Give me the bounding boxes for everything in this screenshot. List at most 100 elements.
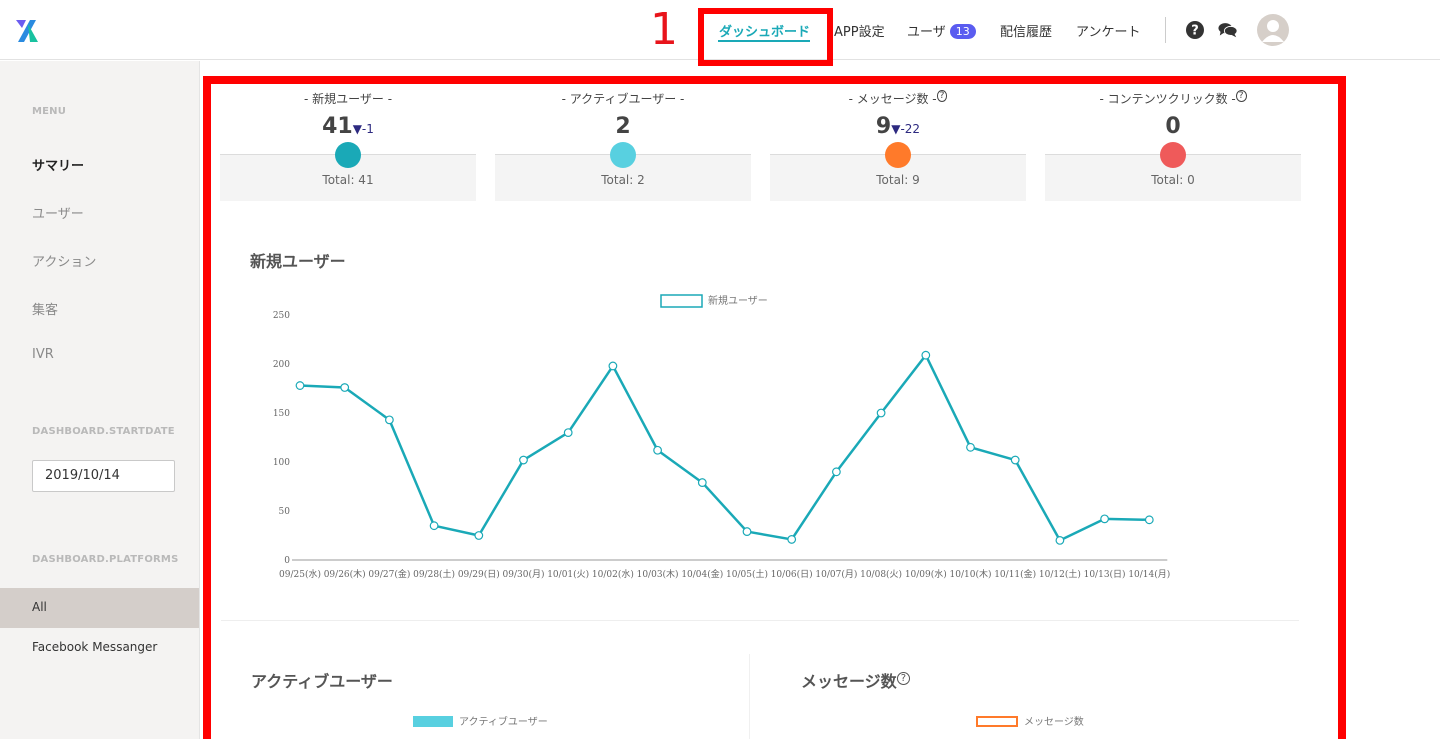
x-tick-label: 09/30(月) [503, 569, 545, 580]
new-users-chart-title: 新規ユーザー [250, 252, 346, 271]
data-point [295, 381, 305, 390]
data-point [340, 383, 350, 392]
stat-card-content-clicks: - コンテンツクリック数 -? 0 Total: 0 [1045, 84, 1301, 201]
data-point [608, 361, 618, 371]
y-tick-label: 150 [273, 409, 290, 419]
chat-bubbles-icon[interactable] [1218, 20, 1238, 40]
active-users-legend: アクティブユーザー [413, 713, 548, 728]
legend-swatch [976, 716, 1018, 727]
column-divider [749, 654, 750, 739]
nav-users[interactable]: ユーザ 13 [907, 21, 976, 40]
stat-color-dot [610, 142, 636, 168]
y-tick-label: 200 [273, 360, 290, 370]
messages-chart-title: メッセージ数? [801, 668, 910, 692]
header-divider [1165, 17, 1166, 43]
x-tick-label: 09/29(日) [458, 569, 500, 580]
x-tick-label: 10/08(火) [860, 569, 902, 580]
help-icon[interactable]: ? [936, 90, 948, 102]
stat-color-dot [885, 142, 911, 168]
dashboard-content: - 新規ユーザー - 41▼-1 Total: 41 - アクティブユーザー -… [211, 84, 1338, 739]
data-point [653, 445, 663, 455]
help-icon[interactable]: ? [896, 671, 910, 685]
platform-all[interactable]: All [0, 588, 199, 628]
stat-value: 9 [875, 114, 892, 139]
x-tick-label: 09/26(木) [324, 568, 366, 580]
stat-value: 0 [1165, 114, 1181, 139]
users-count-badge: 13 [949, 24, 976, 39]
nav-app-settings[interactable]: APP設定 [834, 21, 885, 40]
x-tick-label: 10/14(月) [1128, 569, 1170, 580]
x-tick-label: 10/04(金) [681, 568, 723, 580]
x-tick-label: 10/11(金) [994, 568, 1036, 580]
data-point [519, 455, 528, 465]
sidebar-item-acquisition[interactable]: 集客 [32, 299, 58, 318]
data-point [384, 415, 394, 425]
data-point [563, 428, 573, 438]
sidebar: MENU サマリー ユーザー アクション 集客 IVR DASHBOARD.ST… [0, 61, 200, 739]
data-point [697, 478, 707, 487]
annotation-number: 1 [650, 4, 678, 55]
new-users-line-chart: 05010015020025009/25(水) 09/26(木) 09/27(金) 0… [273, 294, 1170, 580]
svg-text:?: ? [1191, 24, 1199, 39]
data-point [1100, 514, 1109, 524]
stat-card-active-users: - アクティブユーザー - 2 Total: 2 [495, 84, 751, 201]
sidebar-menu-heading: MENU [32, 106, 67, 117]
platform-facebook-messenger[interactable]: Facebook Messanger [0, 628, 199, 668]
user-avatar-icon[interactable] [1257, 14, 1289, 46]
platforms-heading: DASHBOARD.PLATFORMS [32, 554, 179, 565]
stat-total: Total: 9 [876, 173, 920, 187]
stat-color-dot [1160, 142, 1186, 168]
legend-label: 新規ユーザー [708, 294, 768, 307]
stat-title: - 新規ユーザー - [303, 92, 393, 106]
stat-delta: ▼-22 [891, 122, 921, 136]
question-circle-icon[interactable]: ? [1185, 20, 1205, 40]
stat-card-messages: - メッセージ数 -? 9▼-22 Total: 9 [770, 84, 1026, 201]
y-tick-label: 50 [279, 507, 291, 517]
sidebar-item-summary[interactable]: サマリー [32, 155, 84, 174]
sidebar-item-users[interactable]: ユーザー [32, 203, 84, 222]
x-tick-label: 10/09(水) [905, 568, 947, 580]
stat-title: - コンテンツクリック数 -? [1045, 90, 1301, 107]
y-tick-label: 100 [273, 458, 290, 468]
x-tick-label: 10/10(木) [950, 568, 992, 580]
x-tick-label: 10/05(土) [726, 568, 768, 580]
x-tick-label: 10/03(木) [637, 568, 679, 580]
app-logo[interactable] [14, 16, 42, 44]
data-point [876, 408, 886, 418]
messages-legend: メッセージ数 [976, 713, 1084, 728]
nav-delivery-history[interactable]: 配信履歴 [1000, 21, 1052, 40]
nav-users-label: ユーザ [907, 25, 946, 40]
active-users-chart-title: アクティブユーザー [251, 672, 393, 691]
x-tick-label: 10/13(日) [1084, 569, 1126, 580]
data-point [1144, 515, 1154, 525]
stat-value: 41 [322, 114, 353, 139]
x-tick-label: 09/25(水) [279, 568, 321, 580]
section-divider [221, 620, 1299, 621]
legend-swatch [660, 294, 703, 308]
stat-title: - メッセージ数 -? [770, 90, 1026, 107]
sidebar-item-actions[interactable]: アクション [32, 251, 96, 270]
data-point [742, 527, 752, 536]
data-point [921, 350, 931, 360]
x-tick-label: 10/01(火) [547, 569, 589, 580]
x-tick-label: 09/28(土) [413, 568, 455, 580]
stat-delta: ▼-1 [352, 122, 374, 136]
x-tick-label: 10/12(土) [1039, 568, 1081, 580]
help-icon[interactable]: ? [1235, 90, 1247, 102]
series-line [299, 353, 1150, 542]
y-tick-label: 250 [273, 311, 290, 321]
x-tick-label: 10/02(水) [592, 568, 634, 580]
stat-total: Total: 2 [601, 173, 645, 187]
stat-card-new-users: - 新規ユーザー - 41▼-1 Total: 41 [220, 84, 476, 201]
sidebar-item-ivr[interactable]: IVR [32, 347, 54, 362]
startdate-input[interactable]: 2019/10/14 [32, 460, 175, 492]
stat-total: Total: 0 [1151, 173, 1195, 187]
data-point [832, 467, 841, 477]
x-tick-label: 09/27(金) [368, 568, 410, 580]
nav-survey[interactable]: アンケート [1076, 21, 1140, 40]
startdate-heading: DASHBOARD.STARTDATE [32, 426, 175, 437]
stat-value: 2 [615, 114, 631, 139]
stat-title: - アクティブユーザー - [561, 92, 685, 106]
x-tick-label: 10/07(月) [815, 569, 857, 580]
y-tick-label: 0 [284, 556, 290, 566]
